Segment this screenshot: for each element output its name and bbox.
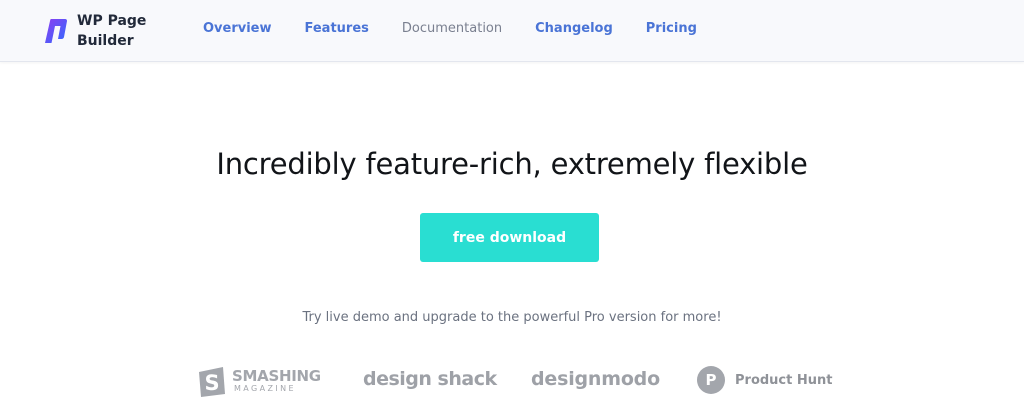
svg-text:S: S	[204, 371, 219, 395]
brand-name: WP Page Builder	[77, 13, 147, 49]
brand[interactable]: WP Page Builder	[44, 10, 149, 52]
nav-pricing[interactable]: Pricing	[646, 21, 697, 36]
nav-changelog[interactable]: Changelog	[535, 21, 613, 36]
hero-subtext: Try live demo and upgrade to the powerfu…	[302, 310, 722, 325]
product-hunt-icon: P	[697, 366, 725, 394]
product-hunt-logo: P Product Hunt	[697, 366, 832, 394]
product-hunt-label: Product Hunt	[735, 372, 833, 388]
press-logos: S SMASHING MAGAZINE design shack designm…	[196, 364, 836, 404]
hero-headline: Incredibly feature-rich, extremely flexi…	[216, 147, 808, 181]
nav-features[interactable]: Features	[305, 21, 369, 36]
design-shack-logo: design shack	[363, 368, 497, 390]
magazine-word: MAGAZINE	[234, 384, 296, 393]
nav-documentation[interactable]: Documentation	[402, 21, 502, 36]
free-download-button[interactable]: free download	[420, 213, 599, 262]
brand-logo-icon	[45, 19, 67, 43]
smashing-s-icon: S	[199, 367, 225, 397]
top-navbar: WP Page Builder Overview Features Docume…	[0, 0, 1024, 62]
smashing-magazine-logo: S SMASHING MAGAZINE	[196, 364, 321, 398]
smashing-word: SMASHING	[232, 367, 321, 385]
nav-overview[interactable]: Overview	[203, 21, 272, 36]
designmodo-logo: designmodo	[531, 368, 660, 390]
main-nav: Overview Features Documentation Changelo…	[203, 21, 730, 36]
